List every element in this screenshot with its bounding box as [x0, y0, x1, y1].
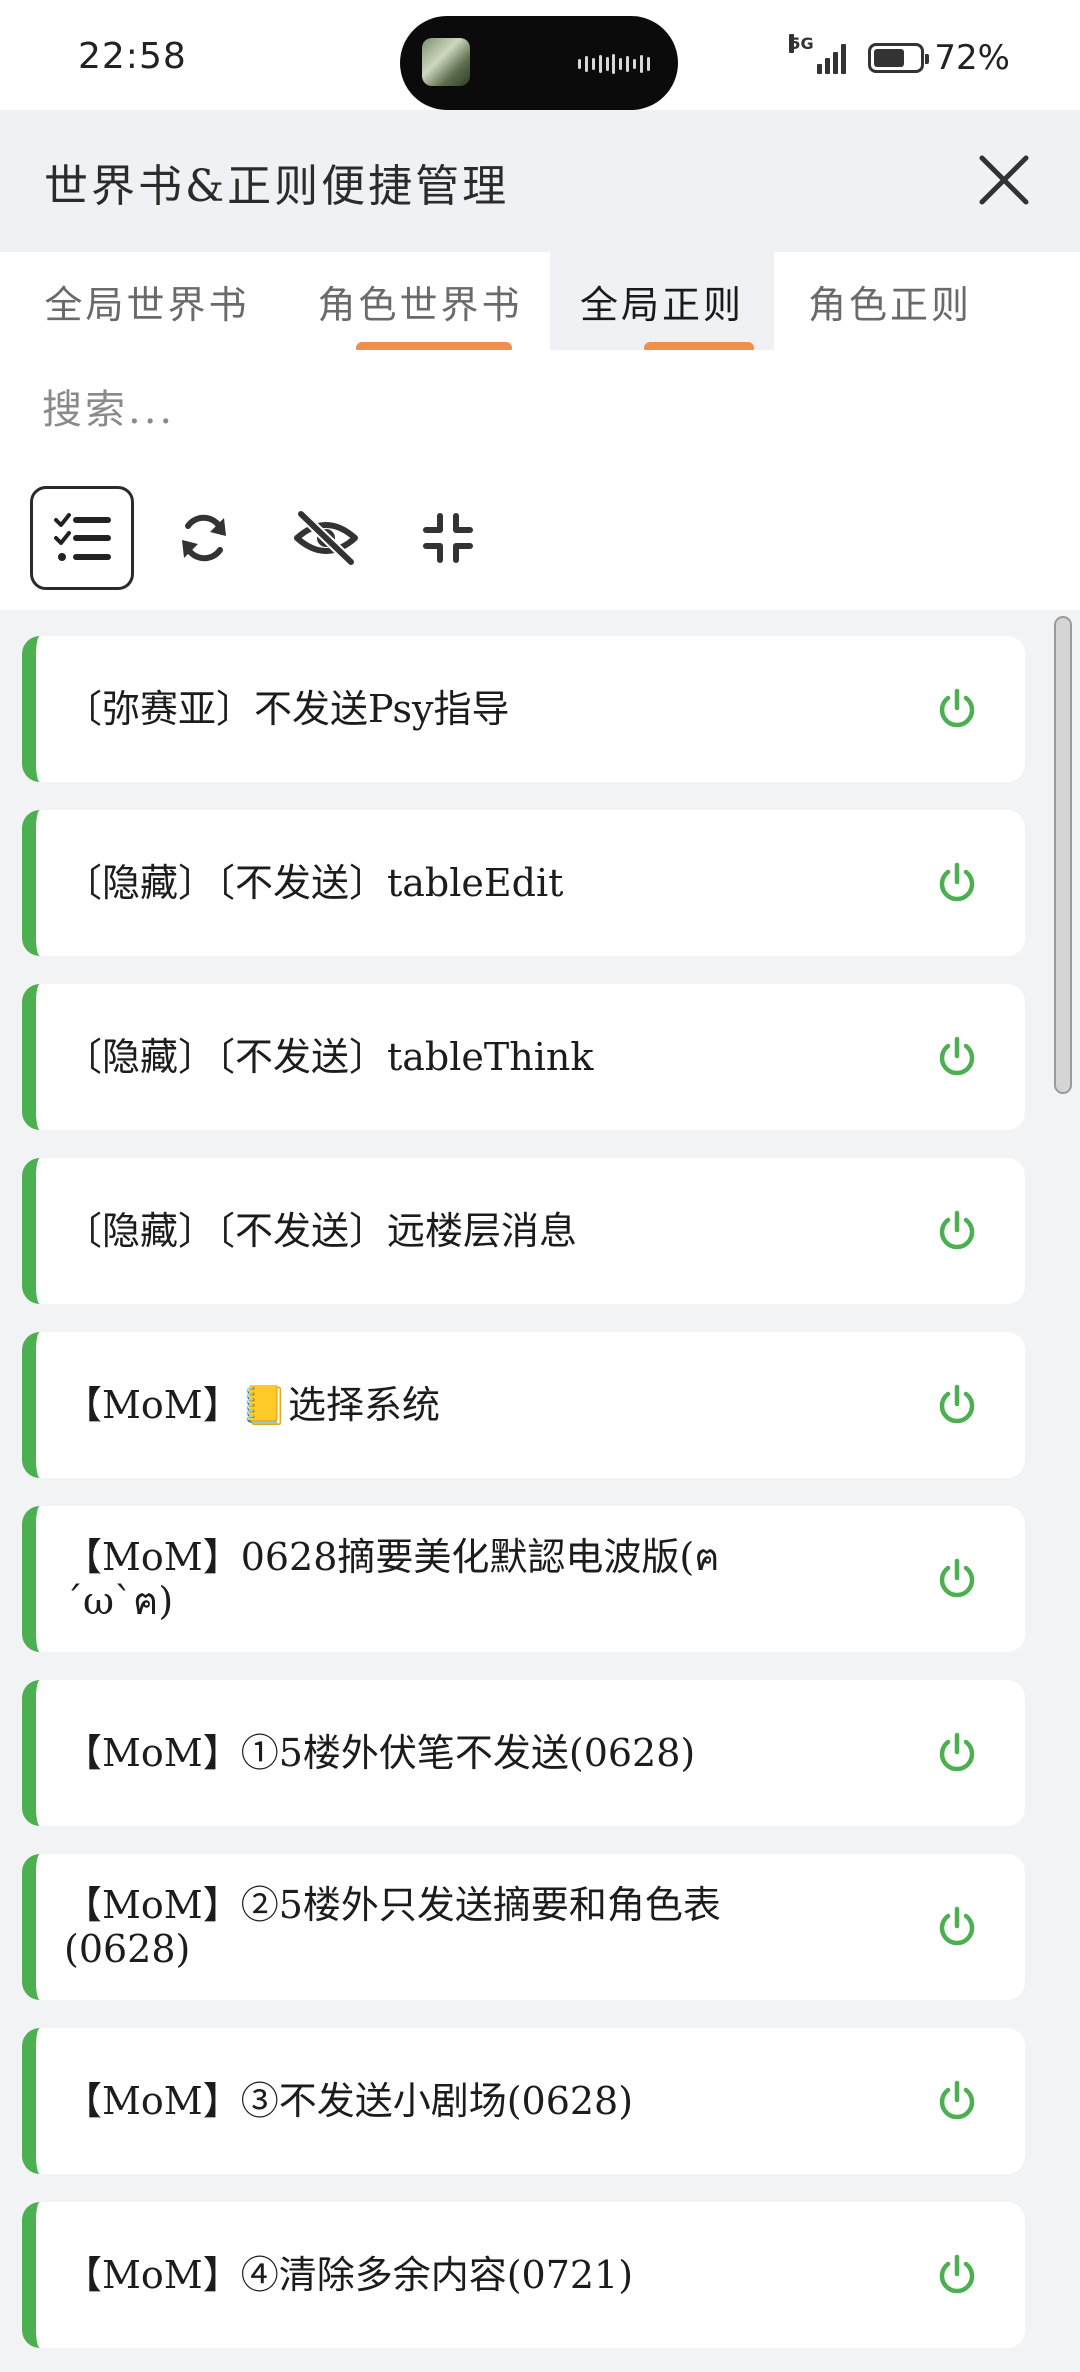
- power-icon: [939, 1558, 975, 1598]
- list-item[interactable]: 【MoM】②5楼外只发送摘要和角色表(0628): [22, 1854, 1025, 2000]
- battery-percent: 72%: [934, 38, 1010, 78]
- status-bar: 22:58 5G 72%: [0, 0, 1080, 110]
- power-icon: [939, 1036, 975, 1076]
- list-item[interactable]: 〔隐藏〕〔不发送〕远楼层消息: [22, 1158, 1025, 1304]
- search-input[interactable]: [40, 380, 1020, 440]
- tab-global-regex[interactable]: 全局正则: [550, 252, 774, 350]
- list-item[interactable]: 〔弥赛亚〕不发送Psy指导: [22, 636, 1025, 782]
- toolbar: [0, 470, 1080, 610]
- item-label: 〔隐藏〕〔不发送〕远楼层消息: [64, 1209, 578, 1253]
- power-icon: [939, 1210, 975, 1250]
- item-label: 【MoM】📒选择系统: [64, 1383, 441, 1427]
- power-icon: [939, 2080, 975, 2120]
- tab-label: 角色正则: [807, 282, 972, 327]
- list-check-icon: [54, 513, 111, 561]
- signal-icon: 5G: [789, 34, 847, 74]
- status-time: 22:58: [78, 36, 187, 77]
- toggle-button[interactable]: [929, 2247, 985, 2303]
- item-label: 【MoM】0628摘要美化默認电波版(ฅ´ω`ฅ): [64, 1535, 720, 1623]
- toggle-button[interactable]: [929, 681, 985, 737]
- dynamic-island: [400, 16, 678, 110]
- list-item[interactable]: 【MoM】📒选择系统: [22, 1332, 1025, 1478]
- tab-character-regex[interactable]: 角色正则: [790, 252, 990, 350]
- regex-list[interactable]: 〔弥赛亚〕不发送Psy指导 〔隐藏〕〔不发送〕tableEdit 〔隐藏〕〔不发…: [0, 610, 1080, 2372]
- status-icons: 5G 72%: [789, 34, 1010, 78]
- collapse-icon: [423, 513, 473, 563]
- panel-header: 世界书&正则便捷管理: [0, 110, 1080, 252]
- item-label: 【MoM】③不发送小剧场(0628): [64, 2079, 634, 2123]
- list-item[interactable]: 【MoM】③不发送小剧场(0628): [22, 2028, 1025, 2174]
- tab-character-worldbook[interactable]: 角色世界书: [300, 252, 540, 350]
- tab-label: 全局正则: [579, 282, 744, 327]
- multi-select-button[interactable]: [30, 486, 134, 590]
- list-item[interactable]: 〔隐藏〕〔不发送〕tableEdit: [22, 810, 1025, 956]
- toggle-button[interactable]: [929, 1377, 985, 1433]
- item-label: 【MoM】④清除多余内容(0721): [64, 2253, 634, 2297]
- eye-off-icon: [294, 510, 358, 566]
- toggle-button[interactable]: [929, 2073, 985, 2129]
- search-row: [0, 350, 1080, 470]
- list-item[interactable]: 〔隐藏〕〔不发送〕tableThink: [22, 984, 1025, 1130]
- power-icon: [939, 1906, 975, 1946]
- tab-label: 全局世界书: [44, 282, 250, 327]
- power-icon: [939, 688, 975, 728]
- collapse-all-button[interactable]: [396, 486, 500, 590]
- power-icon: [939, 862, 975, 902]
- page-title: 世界书&正则便捷管理: [44, 161, 510, 212]
- item-label: 【MoM】②5楼外只发送摘要和角色表(0628): [64, 1883, 721, 1971]
- toggle-button[interactable]: [929, 1725, 985, 1781]
- tab-bar: 全局世界书 角色世界书 全局正则 角色正则: [0, 252, 1080, 382]
- item-label: 【MoM】①5楼外伏笔不发送(0628): [64, 1731, 696, 1775]
- close-icon: [979, 155, 1029, 205]
- network-label: 5G: [789, 34, 814, 53]
- toggle-button[interactable]: [929, 855, 985, 911]
- media-thumbnail: [422, 38, 470, 86]
- item-label: 〔弥赛亚〕不发送Psy指导: [64, 687, 510, 731]
- power-icon: [939, 2254, 975, 2294]
- list-item[interactable]: 【MoM】0628摘要美化默認电波版(ฅ´ω`ฅ): [22, 1506, 1025, 1652]
- battery-level: [874, 49, 905, 67]
- close-button[interactable]: [968, 144, 1040, 216]
- item-label: 〔隐藏〕〔不发送〕tableEdit: [64, 861, 564, 905]
- audio-wave-icon: [578, 54, 650, 74]
- item-label: 〔隐藏〕〔不发送〕tableThink: [64, 1035, 594, 1079]
- power-icon: [939, 1384, 975, 1424]
- tab-global-worldbook[interactable]: 全局世界书: [22, 252, 272, 350]
- toggle-button[interactable]: [929, 1029, 985, 1085]
- tab-label: 角色世界书: [317, 282, 523, 327]
- list-item[interactable]: 【MoM】④清除多余内容(0721): [22, 2202, 1025, 2348]
- toggle-button[interactable]: [929, 1203, 985, 1259]
- refresh-icon: [182, 514, 226, 562]
- hide-disabled-button[interactable]: [274, 486, 378, 590]
- toggle-button[interactable]: [929, 1899, 985, 1955]
- battery-icon: [868, 43, 930, 73]
- list-item[interactable]: 【MoM】①5楼外伏笔不发送(0628): [22, 1680, 1025, 1826]
- power-icon: [939, 1732, 975, 1772]
- refresh-button[interactable]: [152, 486, 256, 590]
- scrollbar[interactable]: [1054, 616, 1072, 1094]
- toggle-button[interactable]: [929, 1551, 985, 1607]
